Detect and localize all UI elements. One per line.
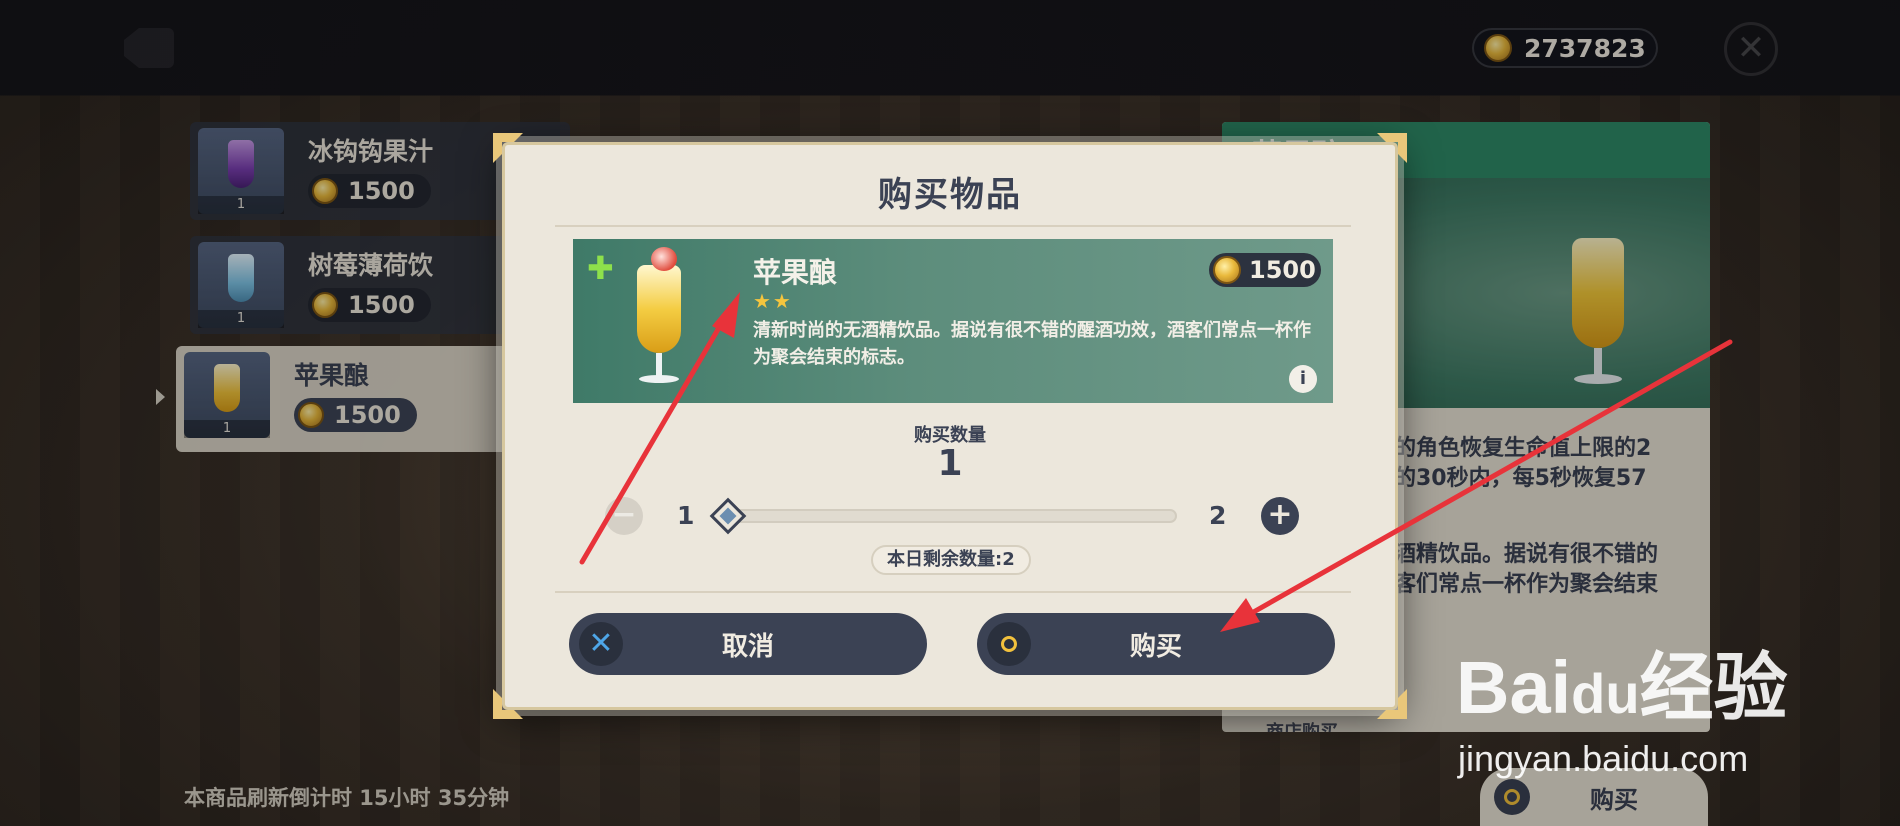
baidu-watermark-url: jingyan.baidu.com: [1458, 738, 1749, 779]
baidu-watermark-logo: Baidu经验: [1456, 646, 1788, 729]
arrow-to-buy-button: [1220, 339, 1733, 632]
arrow-to-item-name: [579, 292, 740, 565]
